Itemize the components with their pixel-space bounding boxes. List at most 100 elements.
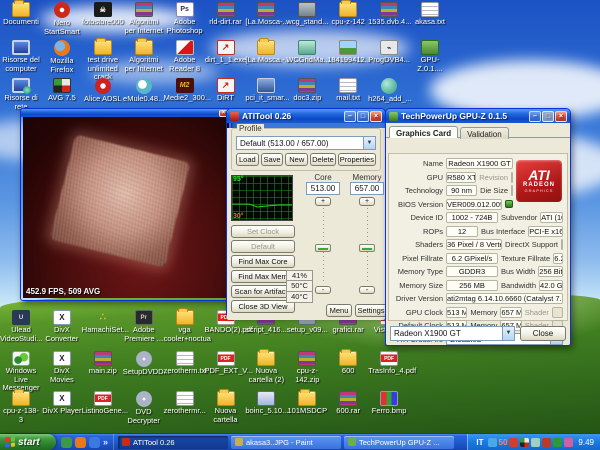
properties-button[interactable]: Properties <box>338 153 376 166</box>
default-button[interactable]: Default <box>231 240 295 253</box>
desktop-icon-cpu-z-138-3[interactable]: cpu-z-138-3 <box>1 391 41 424</box>
desktop-icon-risorse-di-rete[interactable]: Risorse di rete <box>1 78 41 111</box>
memory-slider-handle[interactable] <box>359 244 375 252</box>
desktop-icon-windows-live-messenger[interactable]: Windows Live Messenger <box>1 351 41 393</box>
chip-icon[interactable] <box>505 200 513 208</box>
tab-graphics-card[interactable]: Graphics Card <box>389 126 458 138</box>
profile-select[interactable]: Default (513.00 / 657.00) ▼ <box>236 136 376 150</box>
set-clock-button[interactable]: Set Clock <box>231 225 295 238</box>
desktop-icon-divx-movies[interactable]: XDivX Movies <box>42 351 82 384</box>
desktop-icon-listinogene[interactable]: PDFListinoGene... <box>83 391 123 416</box>
desktop-icon-dirt[interactable]: ↗DiRT <box>206 78 246 103</box>
desktop-icon-avg-7-5[interactable]: AVG 7.5 <box>42 78 82 103</box>
desktop-icon-risorse-del-computer[interactable]: Risorse del computer <box>1 40 41 73</box>
menu-button[interactable]: Menu <box>326 304 352 317</box>
temp-readout-tray-icon[interactable]: 50 <box>499 438 508 447</box>
new-button[interactable]: New <box>285 153 308 166</box>
chevron-down-icon[interactable]: ▼ <box>502 327 514 340</box>
ati-tray-icon[interactable] <box>509 438 518 447</box>
core-clock-field[interactable]: 513.00 <box>306 182 340 195</box>
desktop-icon-divx-converter[interactable]: XDivX Converter <box>42 310 82 343</box>
card-select[interactable]: Radeon X1900 GT ▼ <box>390 326 515 341</box>
desktop-icon-zerothermr[interactable]: zerothermr... <box>165 391 205 416</box>
fur-window-titlebar[interactable]: × <box>21 109 231 117</box>
delete-button[interactable]: Delete <box>310 153 336 166</box>
desktop-icon-setupdvdd[interactable]: SetupDVDD... <box>124 351 164 377</box>
desktop-icon-nero-startsmart[interactable]: Nero StartSmart <box>42 2 82 36</box>
atitool-titlebar[interactable]: ATITool 0.26 – □ × <box>227 109 385 123</box>
desktop-icon-adobe-reader-8[interactable]: Adobe Reader 8 <box>165 40 205 73</box>
desktop-icon-wcgridma[interactable]: WCGridMa... <box>287 40 327 65</box>
chevron-down-icon[interactable]: ▼ <box>363 137 375 149</box>
hamachi-quicklaunch-icon[interactable] <box>61 437 72 448</box>
desktop-icon-184199412[interactable]: 184199412... <box>328 40 368 65</box>
desktop-icon-progdvb4[interactable]: ⌁ProgDVB4... <box>369 40 409 65</box>
core-slider-handle[interactable] <box>315 244 331 252</box>
desktop-icon-boinc-5-10[interactable]: boinc_5.10.... <box>246 391 286 416</box>
hamachi-tray-icon[interactable] <box>531 438 540 447</box>
memory-clock-field[interactable]: 657.00 <box>350 182 384 195</box>
desktop-icon-mail-txt[interactable]: mail.txt <box>328 78 368 103</box>
save-button[interactable]: Save <box>261 153 284 166</box>
desktop-icon-la-mosca[interactable]: [La.Mosca.-... <box>246 40 286 65</box>
load-button[interactable]: Load <box>236 153 259 166</box>
desktop-icon-adobe-premiere[interactable]: PrAdobe Premiere ... <box>124 310 164 343</box>
messenger-tray-icon[interactable] <box>564 438 573 447</box>
close-icon[interactable]: × <box>555 111 567 122</box>
taskbar-task-atitool-0-26[interactable]: ATITool 0.26 <box>118 436 228 449</box>
desktop-icon-test-drive-unlimited-crack[interactable]: test drive unlimited crack <box>83 40 123 82</box>
desktop-icon-akasa-txt[interactable]: akasa.txt <box>410 2 450 27</box>
desktop-icon-dirt-1-1-exe[interactable]: ↗dirt_1_1.exe <box>206 40 246 65</box>
memory-minus-button[interactable]: - <box>359 286 375 294</box>
desktop-icon-main-zip[interactable]: main.zip <box>83 351 123 376</box>
boinc-tray-icon[interactable] <box>553 438 562 447</box>
avg-tray-icon[interactable] <box>520 438 529 447</box>
desktop-icon-emule0-48[interactable]: eMule0.48... <box>124 78 164 104</box>
desktop-icon-wcg-stand[interactable]: wcg_stand... <box>287 2 327 27</box>
minimize-icon[interactable]: – <box>529 111 541 122</box>
desktop-icon-h264-add[interactable]: h264_add_... <box>369 78 409 104</box>
desktop-icon-dvd-decrypter[interactable]: DVD Decrypter <box>124 391 164 425</box>
desktop-icon-fotostore000[interactable]: ☠fotostore000 <box>83 2 123 27</box>
maximize-icon[interactable]: □ <box>357 111 369 122</box>
start-button[interactable]: start <box>0 434 56 450</box>
firefox-quicklaunch-icon[interactable] <box>75 437 86 448</box>
desktop-icon-adobe-photoshop[interactable]: PsAdobe Photoshop ... <box>165 2 205 44</box>
desktop-icon-algoritmi-per-internet[interactable]: Algoritmi per Internet ... <box>124 40 164 82</box>
desktop-icon-pci-it-smar[interactable]: pci_it_smar... <box>246 78 286 103</box>
desktop-icon-trasinfo-4-pdf[interactable]: PDFTrasInfo_4.pdf <box>369 351 409 376</box>
taskbar-task-techpowerup-gpu-z[interactable]: TechPowerUp GPU-Z ... <box>344 436 454 449</box>
desktop-icon-gpu-z-0-1[interactable]: GPU-Z.0.1.... <box>410 40 450 73</box>
desktop-icon-vga-cooler-noctua[interactable]: vga cooler+noctua <box>165 310 205 343</box>
desktop-icon-nuova-cartella-2[interactable]: Nuova cartella (2) <box>246 351 286 384</box>
desktop-icon-medie2-300[interactable]: M2Medie2_300... <box>165 78 205 103</box>
desktop-icon-mozilla-firefox[interactable]: Mozilla Firefox <box>42 40 82 74</box>
taskbar-task-akasa3-jpg-paint[interactable]: akasa3..JPG - Paint <box>231 436 341 449</box>
close-button[interactable]: Close <box>520 326 566 341</box>
core-slider[interactable] <box>315 208 331 284</box>
find-max-core-button[interactable]: Find Max Core <box>231 255 295 268</box>
desktop-icon-cpu-z-142[interactable]: cpu-z-142 <box>328 2 368 27</box>
desktop-icon-600-rar[interactable]: 600.rar <box>328 391 368 416</box>
desktop-icon-la-mosca[interactable]: [La.Mosca-... <box>246 2 286 27</box>
desktop-icon-cpu-z-142-zip[interactable]: cpu-z-142.zip <box>287 351 327 384</box>
desktop-icon-101msdcp[interactable]: 101MSDCP <box>287 391 327 416</box>
desktop-icon-documenti[interactable]: Documenti <box>1 2 41 27</box>
catalyst-tray-icon[interactable] <box>542 438 551 447</box>
memory-plus-button[interactable]: + <box>359 197 375 206</box>
ie-quicklaunch-icon[interactable] <box>89 437 100 448</box>
minimize-icon[interactable]: – <box>344 111 356 122</box>
gpuz-titlebar[interactable]: TechPowerUp GPU-Z 0.1.5 – □ × <box>386 109 570 123</box>
desktop-icon-ulead-videostudi[interactable]: UUlead VideoStudi... <box>1 310 41 343</box>
core-plus-button[interactable]: + <box>315 197 331 206</box>
close-icon[interactable]: × <box>370 111 382 122</box>
desktop-icon-pdf-ext-v[interactable]: PDFPDF_EXT_V... <box>206 351 246 376</box>
quicklaunch-overflow-chevron[interactable]: » <box>103 437 108 447</box>
desktop-icon-alice-adsl[interactable]: Alice ADSL <box>83 78 123 104</box>
desktop-icon-nuova-cartella[interactable]: Nuova cartella <box>206 391 246 424</box>
desktop-icon-hamachiset[interactable]: ∴HamachiSet... <box>83 310 123 335</box>
language-indicator[interactable]: IT <box>476 438 483 447</box>
desktop-icon-rld-dirt-rar[interactable]: rld-dirt.rar <box>206 2 246 27</box>
emule-tray-icon[interactable] <box>488 438 497 447</box>
desktop-icon-doc3-zip[interactable]: doc3.zip <box>287 78 327 103</box>
